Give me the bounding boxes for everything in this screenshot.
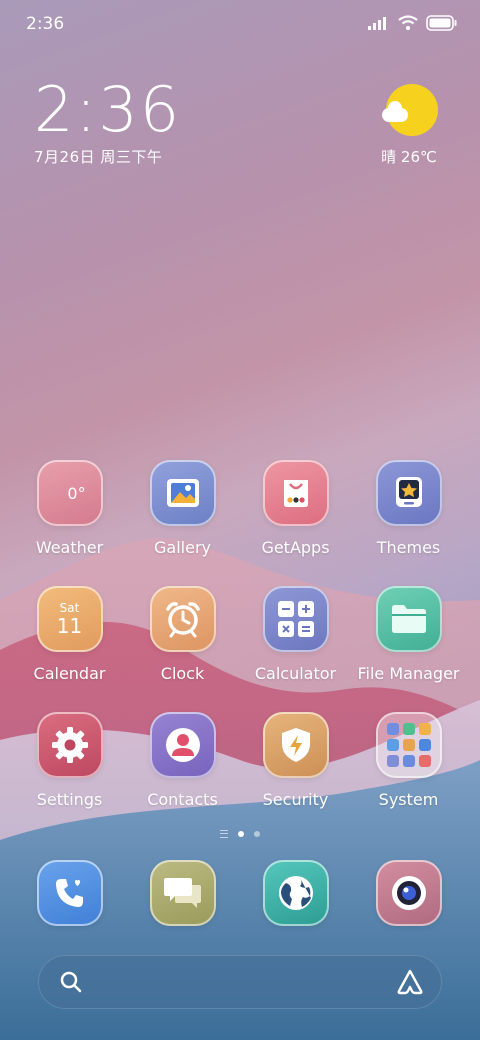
app-security[interactable]: Security: [239, 712, 352, 809]
app-calculator[interactable]: Calculator: [239, 586, 352, 683]
calendar-date: 11: [56, 613, 83, 638]
app-label: Contacts: [147, 790, 218, 809]
app-label: Settings: [36, 790, 103, 809]
clock-widget[interactable]: 2:36 7月26日 周三下午: [34, 78, 181, 167]
calendar-day: Sat: [59, 600, 80, 615]
app-weather[interactable]: 0° Weather: [13, 460, 126, 557]
folder-grid-icon: [375, 712, 442, 778]
widget-time: 2:36: [34, 73, 182, 146]
assistant-icon[interactable]: [396, 969, 424, 995]
weather-app-temp: 0°: [67, 483, 86, 503]
page-list-indicator: [220, 830, 228, 838]
app-label: Weather: [35, 538, 104, 557]
app-gallery[interactable]: Gallery: [126, 460, 239, 557]
app-label: GetApps: [261, 538, 330, 557]
app-contacts[interactable]: Contacts: [126, 712, 239, 809]
app-settings[interactable]: Settings: [13, 712, 126, 809]
themes-icon: [375, 460, 442, 526]
gallery-icon: [149, 460, 216, 526]
page-dot: [254, 831, 260, 837]
folder-icon: [375, 586, 442, 652]
dock-phone[interactable]: [13, 860, 126, 926]
weather-icon: 0°: [36, 460, 103, 526]
signal-icon: [368, 17, 386, 30]
app-file-manager[interactable]: File Manager: [352, 586, 465, 683]
dock-browser[interactable]: [239, 860, 352, 926]
app-label: Themes: [376, 538, 441, 557]
widget-date: 7月26日 周三下午: [34, 148, 163, 166]
message-icon: [149, 860, 216, 926]
app-label: Security: [262, 790, 329, 809]
app-label: Calendar: [33, 664, 106, 683]
calculator-icon: [262, 586, 329, 652]
dock-camera[interactable]: [352, 860, 465, 926]
calendar-icon: Sat 11: [36, 586, 103, 652]
weather-widget[interactable]: 晴 26℃: [374, 84, 444, 167]
gear-icon: [36, 712, 103, 778]
page-dot-active: [238, 831, 244, 837]
app-system-folder[interactable]: System: [352, 712, 465, 809]
weather-summary: 晴 26℃: [381, 148, 437, 166]
app-themes[interactable]: Themes: [352, 460, 465, 557]
app-label: File Manager: [357, 664, 460, 683]
getapps-icon: [262, 460, 329, 526]
camera-icon: [375, 860, 442, 926]
sun-cloud-icon: [382, 84, 438, 136]
globe-icon: [262, 860, 329, 926]
status-bar: 2:36: [0, 0, 480, 48]
app-label: Gallery: [154, 538, 211, 557]
search-icon[interactable]: [60, 971, 82, 993]
app-label: System: [378, 790, 439, 809]
dock-messages[interactable]: [126, 860, 239, 926]
app-label: Clock: [160, 664, 205, 683]
search-bar[interactable]: [38, 955, 442, 1009]
wifi-icon: [398, 15, 418, 30]
alarm-clock-icon: [149, 586, 216, 652]
shield-icon: [262, 712, 329, 778]
app-calendar[interactable]: Sat 11 Calendar: [13, 586, 126, 683]
status-time: 2:36: [26, 14, 65, 34]
contact-icon: [149, 712, 216, 778]
app-label: Calculator: [254, 664, 337, 683]
phone-icon: [36, 860, 103, 926]
app-getapps[interactable]: GetApps: [239, 460, 352, 557]
app-clock[interactable]: Clock: [126, 586, 239, 683]
page-indicator[interactable]: [0, 830, 480, 838]
battery-icon: [426, 15, 457, 31]
